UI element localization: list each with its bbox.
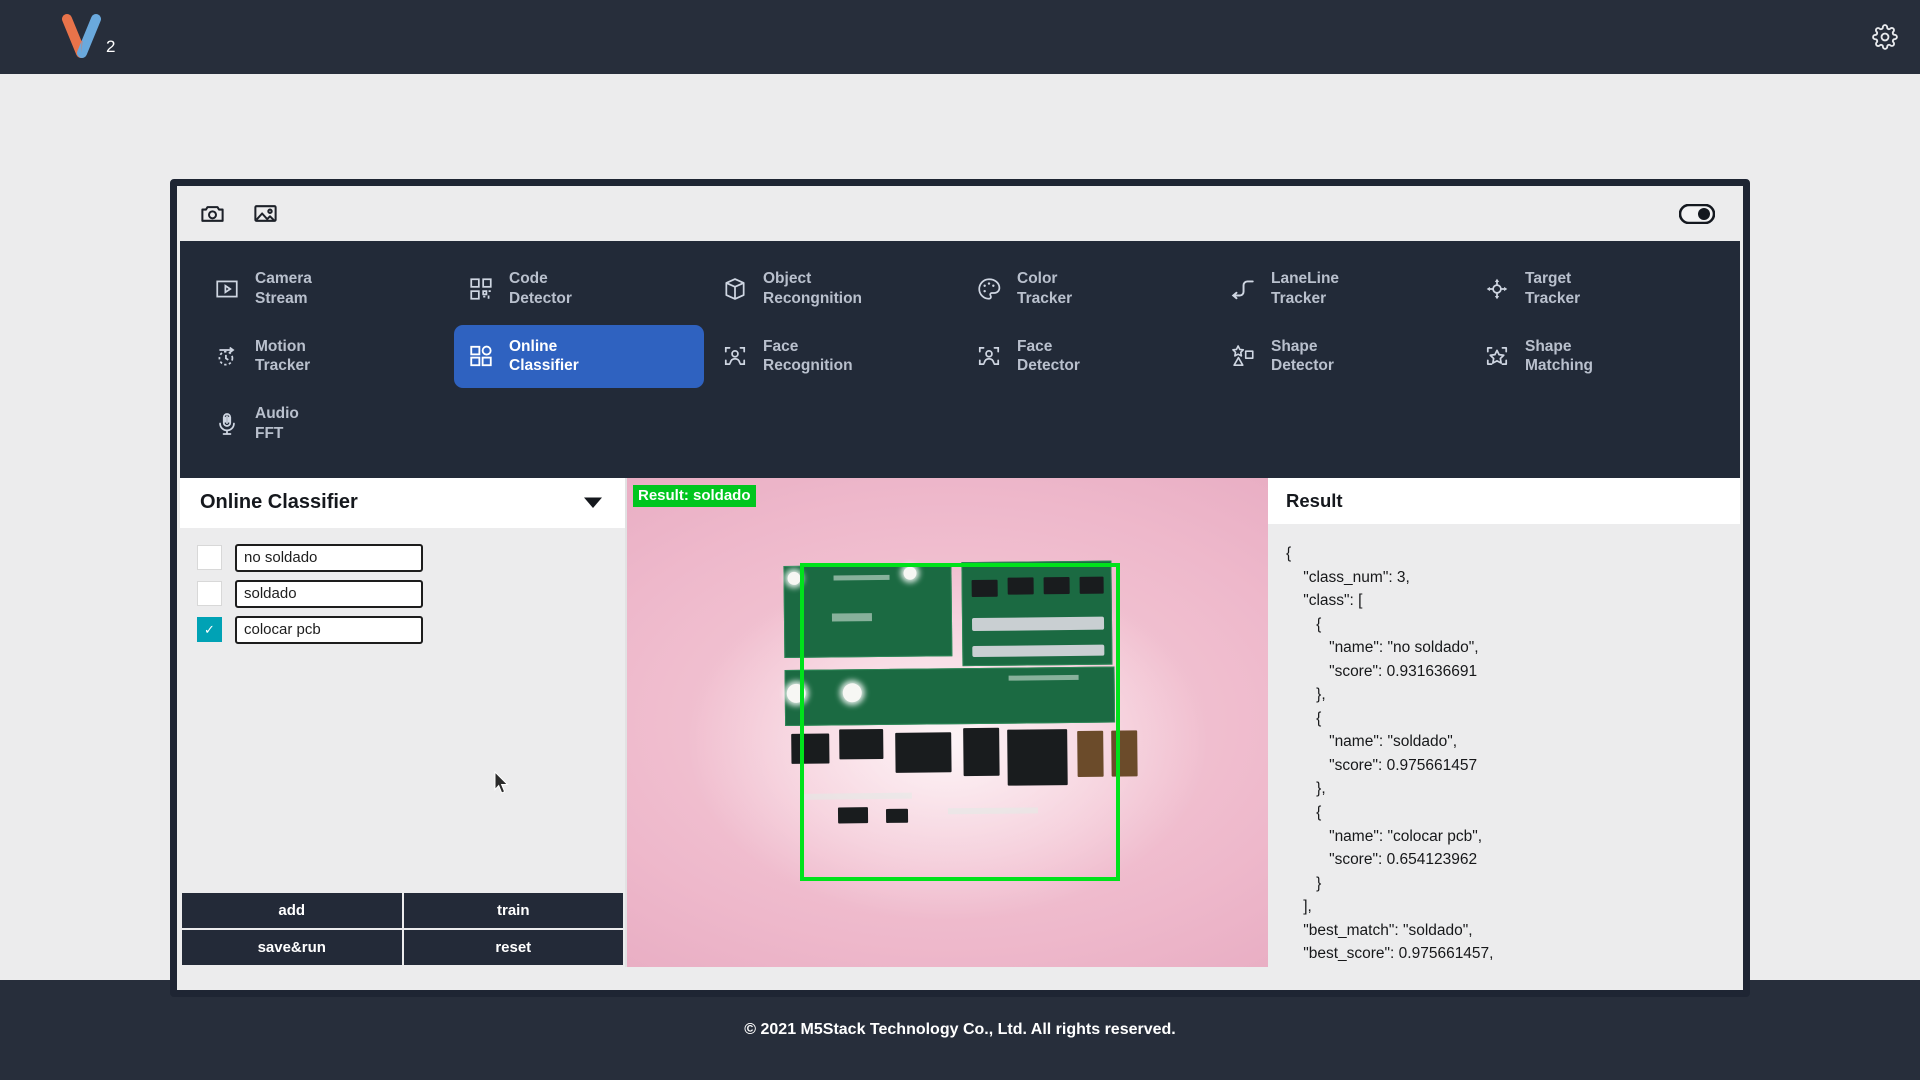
panel-title: Result [1286,490,1343,512]
function-audio-fft[interactable]: Audio FFT [200,392,450,456]
result-badge: Result: soldado [633,485,756,507]
motion-icon [214,343,240,369]
function-label: Motion Tracker [255,337,310,377]
function-label: Camera Stream [255,269,312,309]
function-motion-tracker[interactable]: Motion Tracker [200,325,450,389]
function-shape-detector[interactable]: Shape Detector [1216,325,1466,389]
classifier-panel-header: Online Classifier [180,478,625,528]
v-logo-icon [62,13,104,61]
function-face-recognition[interactable]: Face Recognition [708,325,958,389]
function-shape-matching[interactable]: Shape Matching [1470,325,1720,389]
class-name-input[interactable] [235,580,423,608]
panel-title: Online Classifier [200,491,358,514]
function-object-recognition[interactable]: Object Recongnition [708,257,958,321]
main-area: Camera Stream Code Detector [0,74,1920,980]
panes-row: Online Classifier ✓ [180,478,1740,967]
save-run-button[interactable]: save&run [182,930,402,965]
function-target-tracker[interactable]: Target Tracker [1470,257,1720,321]
microphone-icon [214,411,240,437]
function-face-detector[interactable]: Face Detector [962,325,1212,389]
function-label: Target Tracker [1525,269,1580,309]
function-color-tracker[interactable]: Color Tracker [962,257,1212,321]
function-label: Shape Matching [1525,337,1593,377]
camera-icon[interactable] [199,200,226,227]
result-panel: Result { "class_num": 3, "class": [ { "n… [1268,478,1740,967]
function-code-detector[interactable]: Code Detector [454,257,704,321]
function-online-classifier[interactable]: Online Classifier [454,325,704,389]
camera-stream-icon [214,276,240,302]
train-button[interactable]: train [404,893,624,928]
image-icon[interactable] [252,200,279,227]
classifier-panel: Online Classifier ✓ [180,478,627,967]
function-label: LaneLine Tracker [1271,269,1339,309]
app-card: Camera Stream Code Detector [170,179,1750,997]
reset-button[interactable]: reset [404,930,624,965]
function-label: Online Classifier [509,337,579,377]
function-grid: Camera Stream Code Detector [180,241,1740,478]
mode-toggle[interactable] [1679,204,1715,224]
logo-subscript: 2 [106,37,115,57]
class-row [197,544,625,572]
app-logo[interactable]: 2 [62,13,115,61]
gear-icon[interactable] [1872,24,1898,50]
detection-bounding-box [800,563,1120,881]
face-scan-icon [976,343,1002,369]
crosshair-icon [1484,276,1510,302]
palette-icon [976,276,1002,302]
result-json-output: { "class_num": 3, "class": [ { "name": "… [1268,524,1740,967]
function-label: Color Tracker [1017,269,1072,309]
function-label: Face Recognition [763,337,853,377]
star-scan-icon [1484,343,1510,369]
class-checkbox[interactable] [197,545,222,570]
cube-icon [722,276,748,302]
class-name-input[interactable] [235,544,423,572]
function-label: Audio FFT [255,404,299,444]
class-row: ✓ [197,616,625,644]
shapes-icon [1230,343,1256,369]
copyright-text: © 2021 M5Stack Technology Co., Ltd. All … [744,1021,1175,1039]
add-button[interactable]: add [182,893,402,928]
camera-preview[interactable]: Result: soldado [627,478,1268,967]
chevron-down-icon[interactable] [583,496,603,509]
face-scan-icon [722,343,748,369]
mouse-cursor [494,771,510,795]
function-label: Shape Detector [1271,337,1334,377]
grid-shapes-icon [468,343,494,369]
class-checkbox[interactable]: ✓ [197,617,222,642]
class-list: ✓ [180,528,625,893]
function-camera-stream[interactable]: Camera Stream [200,257,450,321]
function-laneline-tracker[interactable]: LaneLine Tracker [1216,257,1466,321]
qr-code-icon [468,276,494,302]
card-toolbar [177,186,1743,241]
classifier-actions: add train save&run reset [180,893,625,967]
laneline-icon [1230,276,1256,302]
top-navbar: 2 [0,0,1920,74]
function-label: Object Recongnition [763,269,862,309]
class-name-input[interactable] [235,616,423,644]
function-label: Face Detector [1017,337,1080,377]
result-panel-header: Result [1268,478,1740,524]
class-checkbox[interactable] [197,581,222,606]
class-row [197,580,625,608]
function-label: Code Detector [509,269,572,309]
